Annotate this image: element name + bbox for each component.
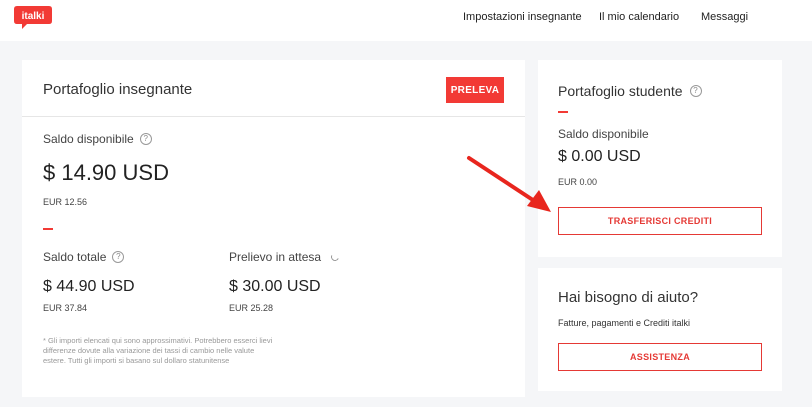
pending-withdrawal-usd: $ 30.00 USD	[229, 278, 321, 295]
question-circle-icon[interactable]: ?	[139, 133, 152, 145]
nav-teacher-settings[interactable]: Impostazioni insegnante	[463, 11, 582, 23]
teacher-wallet-header: Portafoglio insegnante PRELEVA	[22, 60, 525, 117]
available-balance-eur: EUR 12.56	[43, 197, 88, 207]
total-balance-eur: EUR 37.84	[43, 303, 88, 313]
red-divider	[558, 111, 568, 113]
student-wallet-title: Portafoglio studente ?	[558, 83, 702, 99]
red-divider	[43, 228, 53, 230]
total-balance-label: Saldo totale ?	[43, 250, 125, 264]
available-balance-label: Saldo disponibile ?	[43, 132, 152, 146]
spinner-icon	[329, 251, 341, 263]
student-balance-usd: $ 0.00 USD	[558, 148, 641, 165]
help-subtitle: Fatture, pagamenti e Crediti italki	[558, 318, 691, 328]
italki-logo[interactable]: italki	[13, 4, 53, 30]
help-card: Hai bisogno di aiuto? Fatture, pagamenti…	[538, 268, 782, 391]
available-balance-usd: $ 14.90 USD	[43, 160, 169, 185]
teacher-wallet-title: Portafoglio insegnante	[43, 81, 193, 98]
approximation-note: * Gli importi elencati qui sono approssi…	[43, 336, 273, 365]
teacher-wallet-card: Portafoglio insegnante PRELEVA Saldo dis…	[22, 60, 525, 397]
pending-withdrawal-label: Prelievo in attesa	[229, 250, 341, 264]
pending-withdrawal-eur: EUR 25.28	[229, 303, 274, 313]
total-balance-usd: $ 44.90 USD	[43, 278, 135, 295]
question-circle-icon[interactable]: ?	[689, 85, 702, 97]
logo-text: italki	[22, 11, 45, 22]
question-circle-icon[interactable]: ?	[112, 251, 125, 263]
student-balance-eur: EUR 0.00	[558, 177, 598, 187]
nav-my-calendar[interactable]: Il mio calendario	[599, 11, 679, 23]
support-button[interactable]: ASSISTENZA	[558, 343, 762, 371]
top-navigation-bar: italki Impostazioni insegnante Il mio ca…	[0, 0, 812, 41]
help-title: Hai bisogno di aiuto?	[558, 289, 699, 306]
student-wallet-card: Portafoglio studente ? Saldo disponibile…	[538, 60, 782, 257]
nav-messages[interactable]: Messaggi	[701, 11, 748, 23]
transfer-credits-button[interactable]: TRASFERISCI CREDITI	[558, 207, 762, 235]
withdraw-button[interactable]: PRELEVA	[446, 77, 504, 103]
student-available-label: Saldo disponibile	[558, 127, 649, 141]
